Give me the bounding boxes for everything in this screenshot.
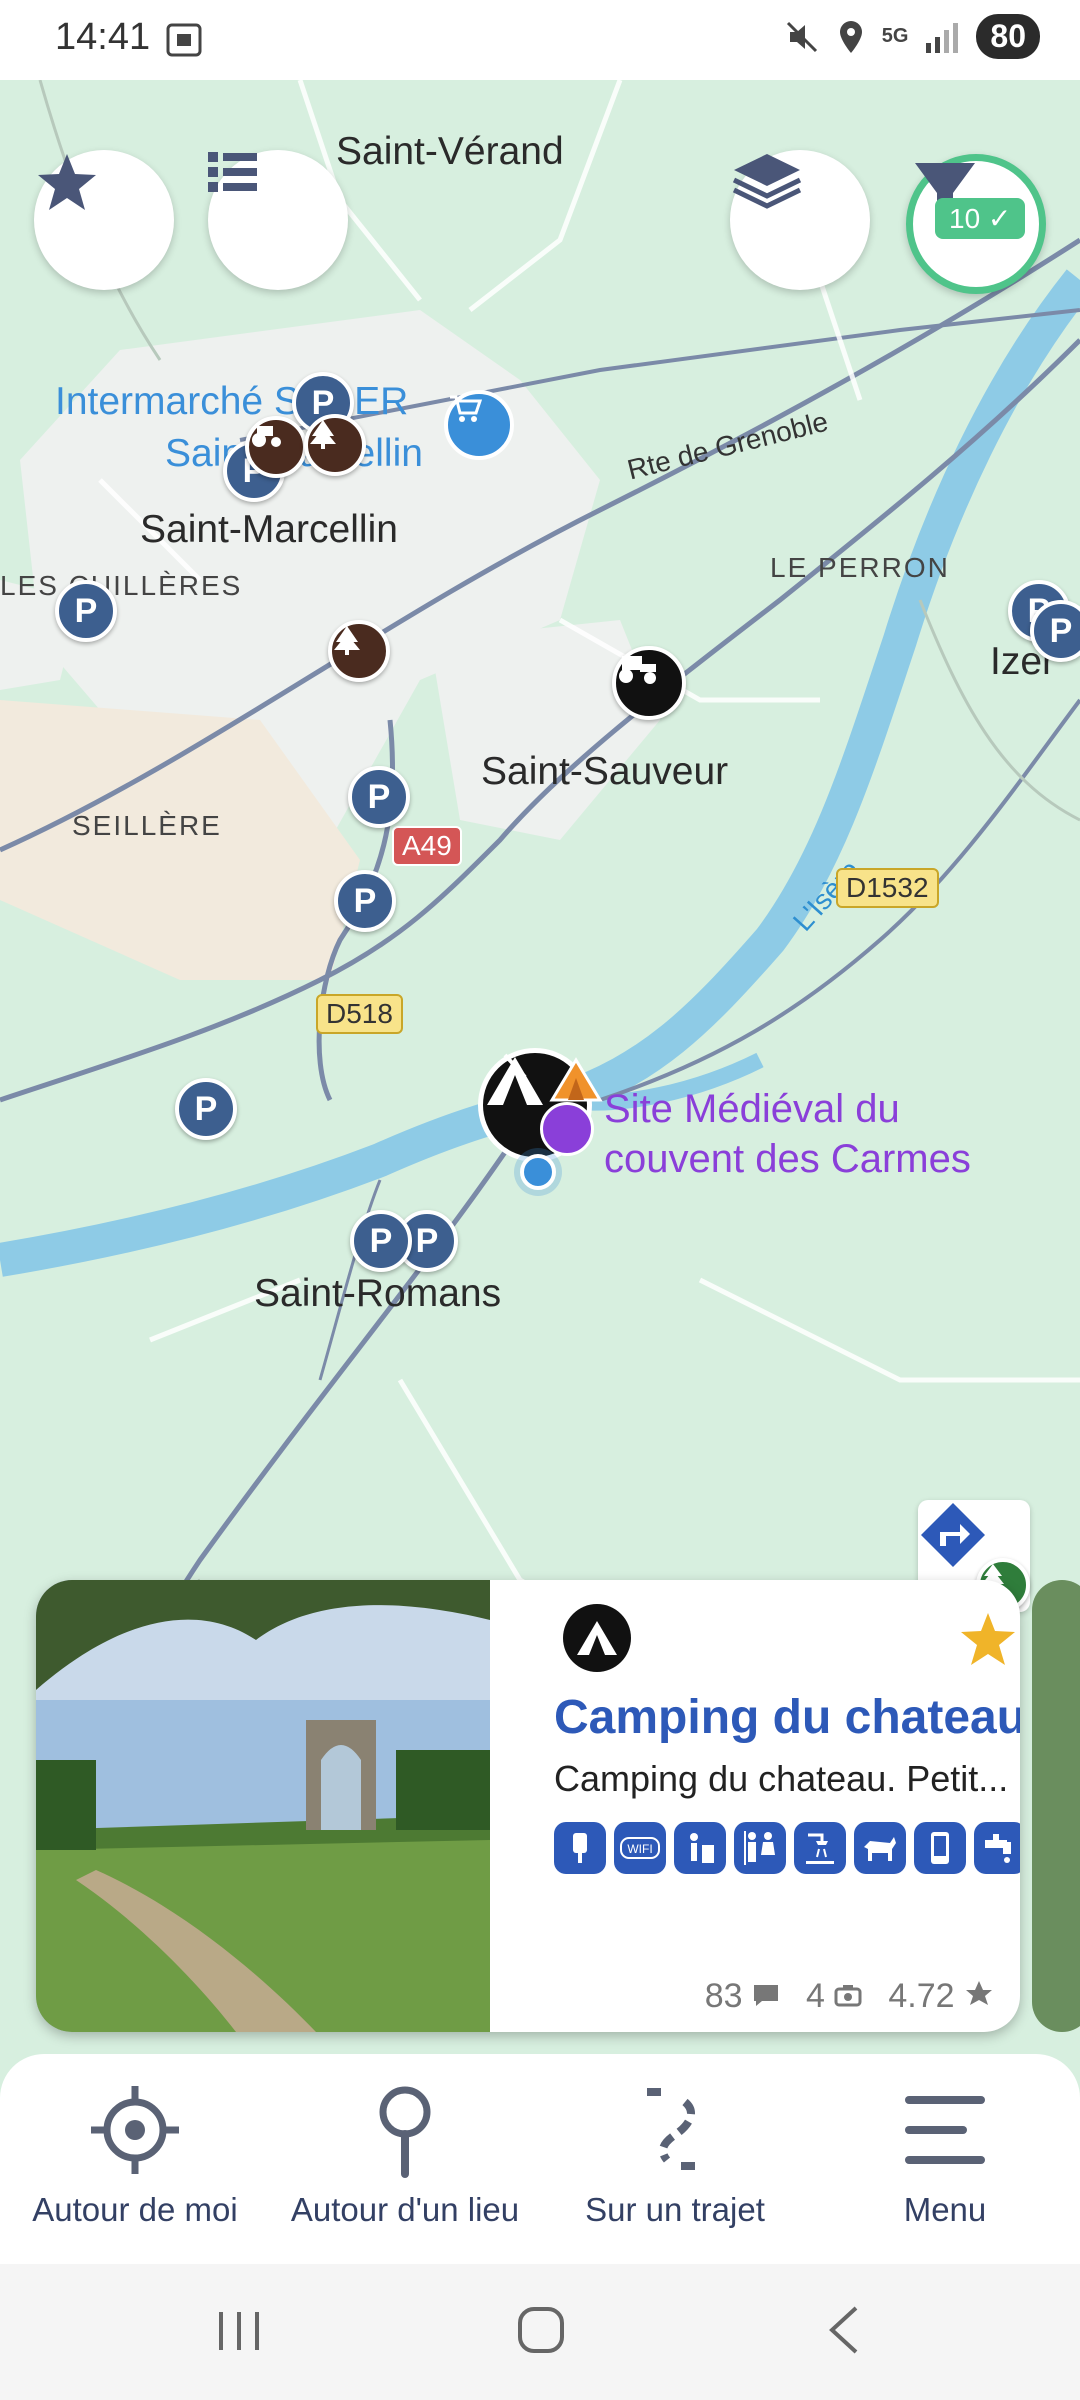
tree-marker-icon[interactable]: [304, 414, 366, 476]
area-le-perron: LE PERRON: [770, 552, 950, 583]
place-description: Camping du chateau. Petit...: [554, 1758, 1009, 1799]
nav-label: Autour de moi: [32, 2191, 238, 2228]
nav-label: Autour d'un lieu: [290, 2191, 520, 2228]
next-place-card[interactable]: [1032, 1580, 1080, 2032]
status-bar: 14:41 5G 80: [0, 0, 1080, 80]
intermarche-label-1: Intermarché SUPER: [55, 380, 409, 423]
toilets-icon: [734, 1822, 786, 1874]
svg-text:WIFI: WIFI: [627, 1842, 652, 1856]
comment-icon: [753, 1985, 778, 2006]
nav-sur-un-trajet[interactable]: Sur un trajet: [540, 2082, 810, 2229]
locate-icon: [91, 2086, 179, 2174]
place-card-body[interactable]: Camping du chateau Camping du chateau. P…: [518, 1580, 1020, 2032]
tent-badge-icon: [549, 1057, 603, 1102]
mute-icon: [786, 21, 817, 52]
list-icon: [208, 152, 257, 192]
camping-type-icon: [563, 1604, 631, 1672]
nav-label: Sur un trajet: [585, 2191, 765, 2228]
comments-stat: 83: [705, 1977, 780, 2016]
favorites-button[interactable]: [34, 150, 174, 290]
place-stats: 83 4 4.72: [705, 1977, 994, 2016]
pets-icon: [854, 1822, 906, 1874]
parking-marker[interactable]: P: [350, 1210, 412, 1272]
tractor-marker-icon[interactable]: [612, 646, 686, 720]
parking-marker[interactable]: P: [334, 870, 396, 932]
nav-autour-de-moi[interactable]: Autour de moi: [0, 2082, 270, 2229]
parking-marker[interactable]: P: [175, 1078, 237, 1140]
site-label-1: Site Médiéval du: [604, 1087, 900, 1131]
comments-count: 83: [704, 1977, 743, 2015]
farm-marker-icon[interactable]: [245, 416, 307, 478]
back-icon[interactable]: [822, 2304, 866, 2356]
list-view-button[interactable]: [208, 150, 348, 290]
directions-icon: [921, 1503, 985, 1567]
favorite-star-icon[interactable]: [958, 1610, 1018, 1668]
location-icon: [839, 20, 862, 53]
nav-menu[interactable]: Menu: [810, 2082, 1080, 2229]
shopping-cart-marker-icon[interactable]: [444, 390, 514, 460]
parking-marker[interactable]: P: [55, 580, 117, 642]
place-title[interactable]: Camping du chateau: [554, 1690, 1020, 1745]
electricity-icon: [554, 1822, 606, 1874]
amenities-row: WIFI: [554, 1822, 1020, 1874]
recents-icon[interactable]: [215, 2308, 265, 2354]
photos-stat: 4: [806, 1977, 862, 2016]
screenshot-icon: [166, 23, 202, 57]
rating-stat: 4.72: [888, 1977, 994, 2016]
poi-purple-marker-icon[interactable]: [540, 1102, 594, 1156]
area-les-cuilleres: LES CUILLÈRES: [0, 570, 243, 601]
tree-marker-icon[interactable]: [328, 620, 390, 682]
star-icon: [38, 154, 96, 210]
area-seillere: SEILLÈRE: [72, 810, 222, 841]
signal-icon: [926, 22, 959, 53]
home-icon[interactable]: [515, 2304, 567, 2356]
battery-level: 80: [976, 14, 1040, 59]
layers-button[interactable]: [730, 150, 870, 290]
route-icon: [647, 2088, 703, 2170]
nav-autour-d-un-lieu[interactable]: Autour d'un lieu: [270, 2082, 540, 2229]
town-saint-sauveur: Saint-Sauveur: [481, 750, 729, 793]
system-nav-bar: [0, 2264, 1080, 2400]
shower-icon: [794, 1822, 846, 1874]
town-saint-romans: Saint-Romans: [254, 1272, 502, 1315]
status-time: 14:41: [55, 16, 151, 58]
trash-icon: [674, 1822, 726, 1874]
menu-icon: [905, 2096, 985, 2164]
rating-value: 4.72: [888, 1977, 955, 2015]
photos-count: 4: [805, 1977, 825, 2015]
layers-icon: [732, 154, 802, 209]
filter-count-badge: 10 ✓: [935, 198, 1026, 239]
phone-icon: [914, 1822, 966, 1874]
network-type: 5G: [881, 25, 909, 47]
bottom-nav: Autour de moi Autour d'un lieu Sur un tr…: [0, 2054, 1080, 2264]
place-card[interactable]: Camping du chateau Camping du chateau. P…: [36, 1580, 1020, 2032]
nav-label: Menu: [903, 2191, 987, 2228]
road-badge-d518: D518: [316, 994, 403, 1034]
town-saint-marcellin: Saint-Marcellin: [140, 508, 398, 551]
water-tap-icon: [974, 1822, 1020, 1874]
place-photo[interactable]: [36, 1580, 490, 2032]
parking-marker[interactable]: P: [348, 766, 410, 828]
rating-star-icon: [966, 1981, 992, 2005]
town-saint-verand: Saint-Vérand: [336, 130, 564, 173]
camera-icon: [834, 1985, 862, 2007]
pin-icon: [379, 2086, 431, 2178]
filter-count: 10: [949, 203, 981, 234]
wifi-icon: WIFI: [614, 1822, 666, 1874]
user-location-dot: [520, 1154, 556, 1190]
road-badge-d1532: D1532: [836, 868, 939, 908]
road-badge-a49: A49: [392, 826, 462, 866]
site-label-2: couvent des Carmes: [604, 1137, 971, 1181]
